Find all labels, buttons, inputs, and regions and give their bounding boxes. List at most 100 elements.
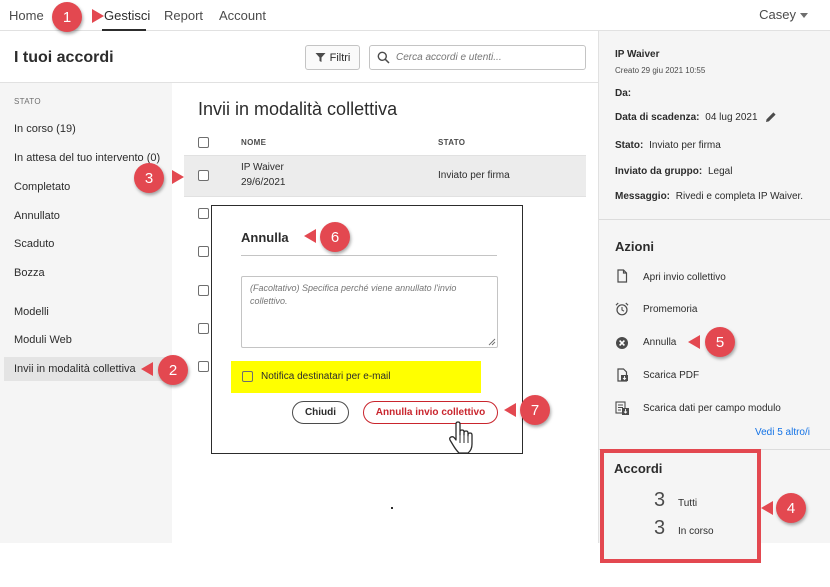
in-progress-count[interactable]: 3 xyxy=(654,517,665,540)
callout-badge: 6 xyxy=(320,222,350,252)
callout-pointer xyxy=(761,501,773,515)
callout-badge: 7 xyxy=(520,395,550,425)
chevron-down-icon xyxy=(800,13,808,19)
action-open-mega-sign[interactable]: Apri invio collettivo xyxy=(643,272,726,283)
sidebar-item-in-progress[interactable]: In corso (19) xyxy=(14,123,76,135)
sidebar-item-waiting[interactable]: In attesa del tuo intervento (0) xyxy=(14,152,160,164)
from-label: Da: xyxy=(615,88,632,99)
notify-recipients-option[interactable]: Notifica destinatari per e-mail xyxy=(231,361,481,393)
message-row: Messaggio: Rivedi e completa IP Waiver. xyxy=(615,191,803,202)
agreement-name: IP Waiver xyxy=(615,49,660,60)
due-date-value: 04 lug 2021 xyxy=(705,112,758,123)
sidebar-item-draft[interactable]: Bozza xyxy=(14,267,45,279)
sidebar-item-completed[interactable]: Completato xyxy=(14,181,70,193)
callout-pointer xyxy=(504,403,516,417)
cancel-dialog: Annulla Notifica destinatari per e-mail … xyxy=(211,205,523,454)
list-title: Invii in modalità collettiva xyxy=(198,99,398,119)
document-icon xyxy=(617,269,628,283)
download-data-icon xyxy=(615,401,629,415)
row-checkbox[interactable] xyxy=(198,361,209,372)
sent-by-group-value: Legal xyxy=(708,166,733,177)
row-checkbox[interactable] xyxy=(198,246,209,257)
cancel-circle-icon xyxy=(616,337,628,349)
search-icon xyxy=(377,51,390,64)
message-value: Rivedi e completa IP Waiver. xyxy=(675,191,804,202)
top-navigation: Home Gestisci Report Account Casey xyxy=(0,0,830,31)
row-date: 29/6/2021 xyxy=(241,177,286,188)
total-count[interactable]: 3 xyxy=(654,489,665,512)
see-more-link[interactable]: Vedi 5 altro/i xyxy=(755,427,810,438)
close-button[interactable]: Chiudi xyxy=(292,401,349,424)
row-checkbox[interactable] xyxy=(198,285,209,296)
nav-home[interactable]: Home xyxy=(9,8,44,23)
status-row: Stato: Inviato per firma xyxy=(615,140,721,151)
user-name: Casey xyxy=(759,7,796,22)
callout-badge: 4 xyxy=(776,493,806,523)
sent-by-group-row: Inviato da gruppo: Legal xyxy=(615,166,732,177)
pencil-icon[interactable] xyxy=(765,111,777,123)
row-checkbox[interactable] xyxy=(198,208,209,219)
filter-icon xyxy=(315,53,326,62)
callout-badge: 5 xyxy=(705,327,735,357)
action-download-form-data[interactable]: Scarica dati per campo modulo xyxy=(643,403,781,414)
status-sidebar: STATO In corso (19) In attesa del tuo in… xyxy=(0,83,172,543)
sidebar-item-mega-sign[interactable]: Invii in modalità collettiva xyxy=(14,363,136,375)
action-download-pdf[interactable]: Scarica PDF xyxy=(643,370,699,381)
in-progress-label[interactable]: In corso xyxy=(678,526,714,537)
row-name: IP Waiver xyxy=(241,162,284,173)
hand-pointer-icon xyxy=(449,421,473,454)
notify-checkbox[interactable] xyxy=(242,371,253,382)
notify-label: Notifica destinatari per e-mail xyxy=(261,371,391,382)
callout-pointer xyxy=(92,9,104,23)
column-header-name[interactable]: NOME xyxy=(241,138,266,147)
message-label: Messaggio: xyxy=(615,191,671,202)
due-date-label: Data di scadenza: xyxy=(615,112,700,123)
page-title: I tuoi accordi xyxy=(14,49,114,66)
status-label: Stato: xyxy=(615,140,644,151)
cancel-reason-input[interactable] xyxy=(241,276,498,348)
search-box[interactable] xyxy=(369,45,586,70)
action-cancel[interactable]: Annulla xyxy=(643,337,676,348)
agreements-summary: Accordi 3 Tutti 3 In corso xyxy=(600,449,761,563)
sidebar-item-expired[interactable]: Scaduto xyxy=(14,238,54,250)
resize-grip-icon[interactable] xyxy=(488,338,496,346)
confirm-cancel-button[interactable]: Annulla invio collettivo xyxy=(363,401,498,424)
callout-badge: 2 xyxy=(158,355,188,385)
callout-badge: 3 xyxy=(134,163,164,193)
callout-pointer xyxy=(304,229,316,243)
row-status: Inviato per firma xyxy=(438,170,510,181)
sent-by-group-label: Inviato da gruppo: xyxy=(615,166,703,177)
sidebar-item-web-forms[interactable]: Moduli Web xyxy=(14,334,72,346)
dialog-title: Annulla xyxy=(241,230,289,245)
actions-heading: Azioni xyxy=(615,239,654,254)
user-menu[interactable]: Casey xyxy=(759,7,808,22)
stray-dot xyxy=(391,507,393,509)
callout-pointer xyxy=(172,170,184,184)
sidebar-item-cancelled[interactable]: Annullato xyxy=(14,210,60,222)
callout-badge: 1 xyxy=(52,2,82,32)
total-label[interactable]: Tutti xyxy=(678,498,697,509)
agreements-heading: Accordi xyxy=(614,461,663,476)
action-reminder[interactable]: Promemoria xyxy=(643,304,697,315)
filter-button[interactable]: Filtri xyxy=(305,45,360,70)
status-value: Inviato per firma xyxy=(649,140,721,151)
search-input[interactable] xyxy=(396,49,581,66)
alarm-clock-icon xyxy=(615,302,629,316)
callout-pointer xyxy=(688,335,700,349)
nav-manage[interactable]: Gestisci xyxy=(104,8,150,23)
row-checkbox[interactable] xyxy=(198,323,209,334)
nav-report[interactable]: Report xyxy=(164,8,203,23)
select-all-checkbox[interactable] xyxy=(198,137,209,148)
filter-label: Filtri xyxy=(329,51,351,64)
created-date: Creato 29 giu 2021 10:55 xyxy=(615,66,706,75)
nav-account[interactable]: Account xyxy=(219,8,266,23)
panel-divider xyxy=(599,219,830,220)
callout-pointer xyxy=(141,362,153,376)
row-divider xyxy=(184,196,586,197)
due-date-row: Data di scadenza: 04 lug 2021 xyxy=(615,112,758,123)
sidebar-item-templates[interactable]: Modelli xyxy=(14,306,49,318)
row-checkbox[interactable] xyxy=(198,170,209,181)
column-header-status[interactable]: STATO xyxy=(438,138,465,147)
download-pdf-icon xyxy=(617,368,628,382)
sidebar-section-label: STATO xyxy=(14,97,41,106)
